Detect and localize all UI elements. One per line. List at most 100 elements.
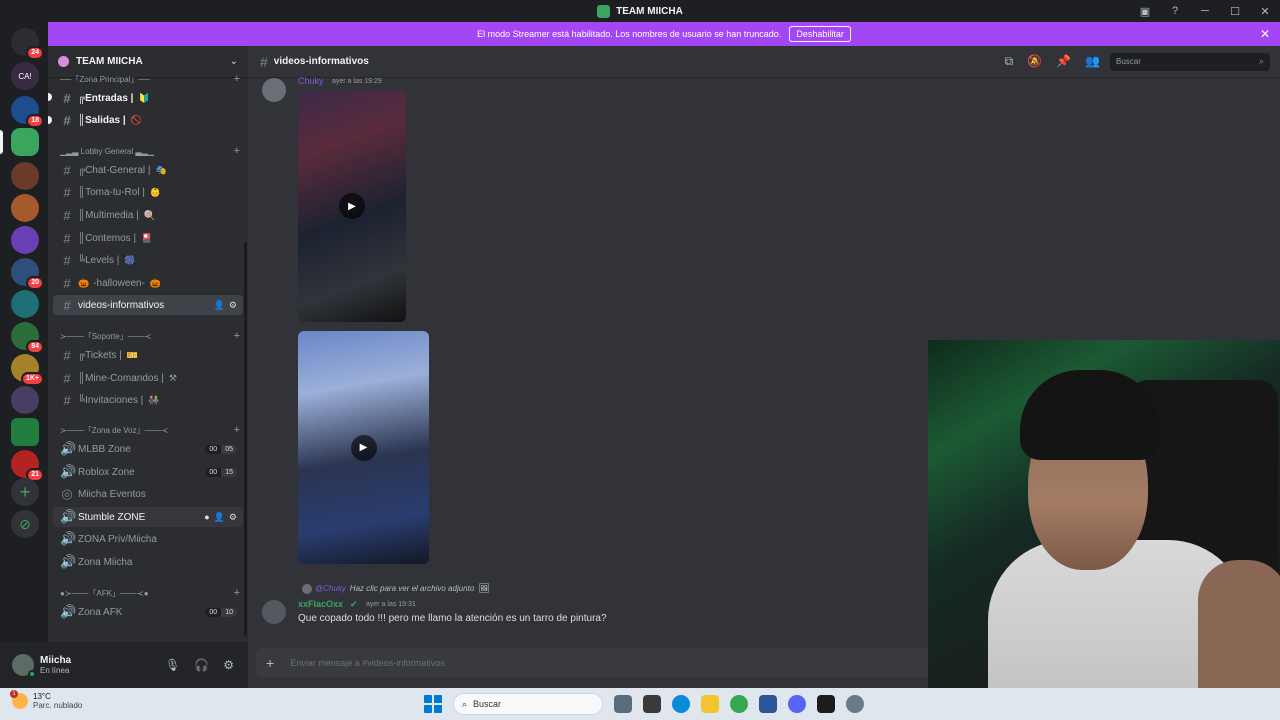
add-server-button[interactable]: + xyxy=(11,478,39,506)
minimize-button[interactable]: ─ xyxy=(1190,5,1220,17)
add-channel-icon[interactable]: + xyxy=(234,330,240,342)
taskbar-search[interactable]: ⌕ Buscar xyxy=(453,693,603,715)
server-icon[interactable] xyxy=(11,418,39,446)
avatar[interactable] xyxy=(262,600,286,624)
channel-mine-comandos[interactable]: # ║Mine-Comandos | ⚒ xyxy=(53,368,243,388)
channel-multimedia[interactable]: # ║Multimedia | 🍭 xyxy=(53,205,243,225)
edge-icon[interactable] xyxy=(672,695,690,713)
file-explorer-icon[interactable] xyxy=(701,695,719,713)
server-icon[interactable]: 20 xyxy=(11,258,44,290)
discord-icon[interactable] xyxy=(788,695,806,713)
disable-streamer-mode-button[interactable]: Deshabilitar xyxy=(789,26,851,42)
channel-halloween[interactable]: # 🎃 -halloween- 🎃 xyxy=(53,273,243,293)
gear-icon[interactable]: ⚙ xyxy=(229,512,237,523)
server-icon-team-miicha[interactable] xyxy=(11,128,39,156)
channel-chat-general[interactable]: # ╔Chat-General | 🎭 xyxy=(53,160,243,180)
video-attachment[interactable]: ▶ xyxy=(298,331,429,564)
close-window-button[interactable]: ✕ xyxy=(1250,5,1280,18)
avatar[interactable] xyxy=(12,654,36,678)
weather-widget[interactable]: 1 13°C Parc. nublado xyxy=(10,690,82,710)
category-lobby-general[interactable]: ▁▂▃ Lobby General ▃▂▁ + xyxy=(60,144,240,158)
microphone-icon[interactable]: 🎙 xyxy=(165,658,180,672)
settings-icon[interactable] xyxy=(846,695,864,713)
explore-servers-icon[interactable]: ⊘ xyxy=(11,510,39,538)
server-icon[interactable] xyxy=(11,162,39,190)
channel-label: Roblox Zone xyxy=(78,466,135,478)
voice-channel-mlbb[interactable]: 🔊 MLBB Zone 00 05 xyxy=(53,439,243,459)
play-icon[interactable]: ▶ xyxy=(339,193,365,219)
search-input[interactable]: Buscar ⌕ xyxy=(1110,52,1270,71)
webcam-overlay xyxy=(928,340,1280,720)
play-icon[interactable]: ▶ xyxy=(350,434,377,461)
notifications-muted-icon[interactable]: 🔕 xyxy=(1027,54,1042,69)
server-icon[interactable] xyxy=(11,290,39,318)
voice-channel-zona-priv[interactable]: 🔊 ZONA Priv/Miicha xyxy=(53,529,243,549)
voice-channel-zona-miicha[interactable]: 🔊 Zona Miicha xyxy=(53,552,243,572)
close-banner-icon[interactable]: ✕ xyxy=(1260,27,1270,41)
add-channel-icon[interactable]: + xyxy=(234,73,240,85)
server-icon[interactable] xyxy=(11,226,39,254)
channel-tickets[interactable]: # ╔Tickets | 🎫 xyxy=(53,345,243,365)
server-icon[interactable] xyxy=(11,194,39,222)
server-icon[interactable] xyxy=(11,386,39,414)
add-channel-icon[interactable]: + xyxy=(234,145,240,157)
mention-badge: 20 xyxy=(26,276,44,290)
voice-channel-zona-afk[interactable]: 🔊 Zona AFK 00 10 xyxy=(53,602,243,622)
category-afk[interactable]: ●≻───「AFK」───≺● + xyxy=(60,586,240,600)
direct-messages-button[interactable]: 24 xyxy=(11,28,44,60)
member-list-icon[interactable]: 👥 xyxy=(1085,54,1100,69)
epic-games-icon[interactable] xyxy=(817,695,835,713)
channel-scrollbar[interactable] xyxy=(244,242,247,636)
channel-levels[interactable]: # ╚Levels | 🎆 xyxy=(53,250,243,270)
headphones-icon[interactable]: 🎧 xyxy=(194,658,209,672)
task-view-icon[interactable] xyxy=(614,695,632,713)
channel-videos-informativos[interactable]: # videos-informativos 👤 ⚙ xyxy=(53,295,243,315)
chat-icon[interactable]: ● xyxy=(204,512,209,523)
server-icon[interactable]: 84 xyxy=(11,322,44,354)
add-channel-icon[interactable]: + xyxy=(234,587,240,599)
reply-reference[interactable]: @Chuky Haz clic para ver el archivo adju… xyxy=(302,583,490,594)
help-icon[interactable]: ? xyxy=(1160,5,1190,17)
server-icon[interactable]: CA! xyxy=(11,62,39,90)
message-author[interactable]: xxFlacOxx xyxy=(298,599,343,609)
title-bar: TEAM MIICHA ▣ ? ─ ☐ ✕ xyxy=(0,0,1280,22)
server-icon[interactable]: 21 xyxy=(11,450,44,482)
voice-channel-stumble-zone[interactable]: 🔊 Stumble ZONE ● 👤 ⚙ xyxy=(53,507,243,527)
video-attachment[interactable]: ▶ xyxy=(298,90,406,322)
banner-text: El modo Streamer está habilitado. Los no… xyxy=(477,29,782,39)
streamer-mode-banner: El modo Streamer está habilitado. Los no… xyxy=(48,22,1280,46)
channel-toma-tu-rol[interactable]: # ║Toma-tu-Rol | 👶 xyxy=(53,182,243,202)
category-zona-de-voz[interactable]: ≻───「Zona de Voz」───≺ + xyxy=(60,423,240,437)
channel-invitaciones[interactable]: # ╚Invitaciones | 👫 xyxy=(53,390,243,410)
gear-icon[interactable]: ⚙ xyxy=(223,658,234,672)
add-channel-icon[interactable]: + xyxy=(234,424,240,436)
server-icon[interactable]: 1K+ xyxy=(11,354,44,386)
message-composer[interactable]: + Enviar mensaje a #videos-informativos xyxy=(256,648,930,678)
store-icon[interactable] xyxy=(759,695,777,713)
category-label: ▁▂▃ Lobby General ▃▂▁ xyxy=(60,146,154,156)
avatar[interactable] xyxy=(262,78,286,102)
channel-entradas[interactable]: # ╔Entradas | 🔰 xyxy=(53,88,243,108)
gear-icon[interactable]: ⚙ xyxy=(229,300,237,311)
pin-icon[interactable]: 📌 xyxy=(1056,54,1071,69)
app-icon[interactable] xyxy=(643,695,661,713)
maximize-button[interactable]: ☐ xyxy=(1220,5,1250,18)
people-icon: 👫 xyxy=(148,394,160,405)
channel-salidas[interactable]: # ║Salidas | 🚫 xyxy=(53,110,243,130)
start-button[interactable] xyxy=(424,695,442,713)
stage-channel-miicha-eventos[interactable]: ◎ Miicha Eventos xyxy=(53,484,243,504)
category-zona-principal[interactable]: ──「Zona Principal」── + xyxy=(60,72,240,86)
add-attachment-icon[interactable]: + xyxy=(266,655,274,671)
invite-icon[interactable]: 👤 xyxy=(214,512,225,523)
avatar xyxy=(302,583,312,594)
invite-icon[interactable]: 👤 xyxy=(214,300,225,311)
channel-contemos[interactable]: # ║Contemos | 🎴 xyxy=(53,228,243,248)
category-soporte[interactable]: ≻───「Soporte」───≺ + xyxy=(60,329,240,343)
server-icon[interactable]: 18 xyxy=(11,96,44,128)
voice-channel-roblox[interactable]: 🔊 Roblox Zone 00 15 xyxy=(53,462,243,482)
inbox-icon[interactable]: ▣ xyxy=(1130,5,1160,18)
text-channel-icon: # xyxy=(63,112,71,128)
message-author[interactable]: Chuky xyxy=(298,76,324,86)
threads-icon[interactable]: ⧉ xyxy=(1005,54,1014,69)
chrome-icon[interactable] xyxy=(730,695,748,713)
